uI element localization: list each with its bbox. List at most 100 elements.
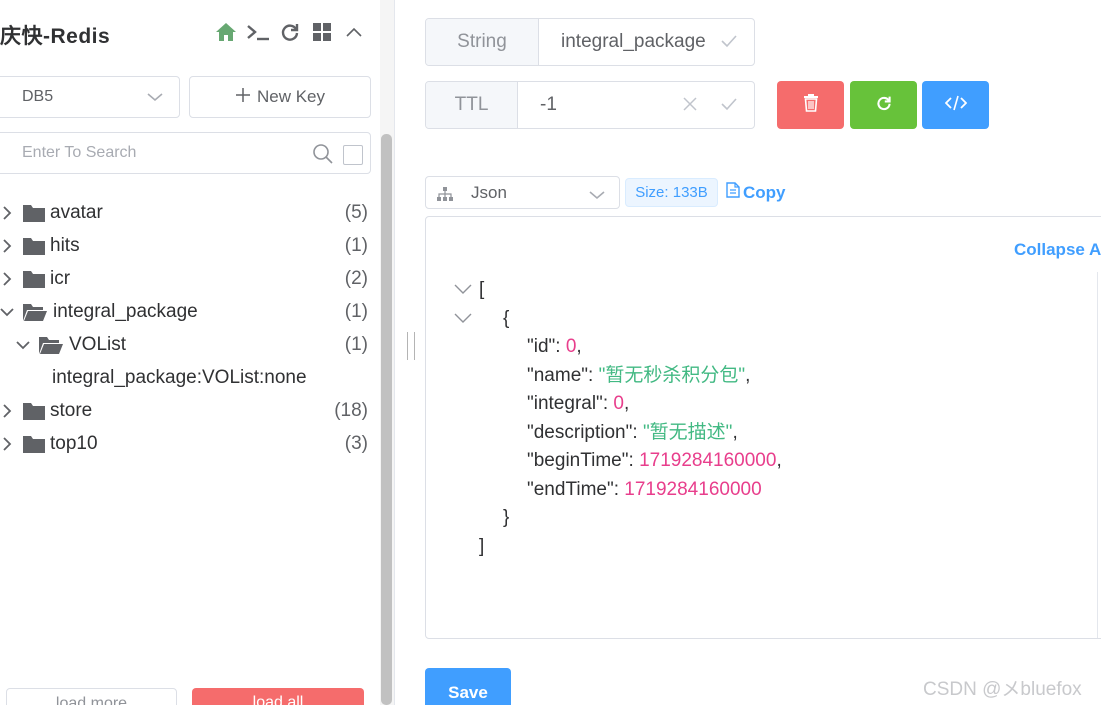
- chevron-down-icon[interactable]: [16, 337, 30, 353]
- viewer-scroll-edge: [1097, 272, 1098, 638]
- chevron-down-icon: [147, 89, 163, 107]
- clear-icon[interactable]: [682, 96, 698, 118]
- code-icon: [944, 95, 967, 116]
- tree-node-label: integral_package: [53, 301, 198, 322]
- resize-handle[interactable]: [407, 332, 415, 360]
- json-close-brace: }: [503, 507, 510, 528]
- folder-open-icon: [38, 335, 63, 355]
- tree-node-label: VOList: [69, 334, 127, 355]
- check-icon[interactable]: [720, 33, 738, 55]
- ttl-input[interactable]: -1: [518, 82, 754, 128]
- title-toolbar: [214, 20, 366, 44]
- chevron-down-icon[interactable]: [0, 304, 14, 320]
- key-name-group: String integral_package: [425, 18, 755, 66]
- code-view-button[interactable]: [922, 81, 989, 129]
- save-button[interactable]: Save: [425, 668, 511, 705]
- copy-button[interactable]: Copy: [726, 182, 786, 203]
- json-key: "name": [527, 365, 589, 386]
- save-label: Save: [448, 683, 488, 702]
- watermark: CSDN @メbluefox: [923, 679, 1082, 700]
- json-close-bracket: ]: [479, 536, 485, 557]
- json-number: 0: [613, 393, 624, 414]
- json-key: "integral": [527, 393, 603, 414]
- load-all-button[interactable]: load all: [192, 688, 364, 705]
- tree-node-count: (3): [344, 433, 368, 454]
- json-number: 1719284160000: [639, 450, 777, 471]
- json-line-integral: "integral": 0,: [527, 393, 630, 414]
- json-line-description: "description": "暂无描述",: [527, 422, 738, 443]
- fold-toggle-icon[interactable]: [453, 282, 473, 296]
- delete-key-button[interactable]: [777, 81, 844, 129]
- check-icon[interactable]: [720, 96, 738, 118]
- load-more-label: load more: [55, 695, 128, 705]
- tree-node-store[interactable]: store (18): [0, 395, 372, 428]
- folder-open-icon: [22, 302, 47, 322]
- json-key: "id": [527, 336, 556, 357]
- json-line-endtime: "endTime": 1719284160000: [527, 479, 762, 500]
- json-key: "endTime": [527, 479, 614, 500]
- chevron-right-icon[interactable]: [0, 238, 14, 254]
- tree-node-label: top10: [50, 433, 98, 454]
- folder-icon: [22, 401, 46, 421]
- terminal-icon[interactable]: [246, 20, 270, 44]
- app-title: 庆快-Redis: [0, 25, 111, 48]
- json-key: "description": [527, 422, 633, 443]
- json-string: "暂无秒杀积分包": [598, 365, 746, 386]
- chevron-down-icon: [589, 185, 605, 205]
- json-key: "beginTime": [527, 450, 629, 471]
- search-placeholder: Enter To Search: [22, 144, 137, 161]
- grid-icon[interactable]: [310, 20, 334, 44]
- chevron-up-icon[interactable]: [342, 20, 366, 44]
- tree-node-avatar[interactable]: avatar (5): [0, 197, 372, 230]
- ttl-value: -1: [540, 94, 557, 115]
- size-tag-label: Size: 133B: [635, 184, 708, 201]
- home-icon[interactable]: [214, 20, 238, 44]
- refresh-icon[interactable]: [278, 20, 302, 44]
- copy-label: Copy: [743, 182, 786, 202]
- exact-match-checkbox[interactable]: [343, 145, 363, 165]
- tree-node-integral-package[interactable]: integral_package (1): [0, 296, 372, 329]
- tree-node-count: (1): [344, 334, 368, 355]
- json-open-brace: {: [503, 308, 510, 329]
- search-input[interactable]: Enter To Search: [0, 132, 371, 174]
- tree-node-count: (18): [334, 400, 368, 421]
- tree-node-top10[interactable]: top10 (3): [0, 428, 372, 461]
- folder-icon: [22, 434, 46, 454]
- tree-node-count: (1): [344, 301, 368, 322]
- key-tree: avatar (5) hits (1) icr (2) integral_pac…: [0, 197, 372, 461]
- tree-node-icr[interactable]: icr (2): [0, 263, 372, 296]
- db-select[interactable]: DB5: [0, 76, 180, 118]
- sidebar-scrollbar-thumb[interactable]: [381, 134, 392, 705]
- tree-leaf-label: integral_package:VOList:none: [52, 367, 307, 388]
- tree-node-count: (2): [344, 268, 368, 289]
- collapse-all-button[interactable]: Collapse All: [1014, 240, 1101, 260]
- sidebar: 庆快-Redis DB5 New Key Enter To Search ava…: [0, 0, 380, 705]
- search-icon[interactable]: [312, 143, 334, 170]
- size-tag: Size: 133B: [625, 178, 718, 207]
- tree-node-label: hits: [50, 235, 80, 256]
- tree-leaf-key[interactable]: integral_package:VOList:none: [0, 362, 372, 395]
- format-value: Json: [471, 183, 507, 202]
- tree-node-count: (5): [344, 202, 368, 223]
- refresh-key-button[interactable]: [850, 81, 917, 129]
- trash-icon: [803, 93, 819, 117]
- chevron-right-icon[interactable]: [0, 271, 14, 287]
- folder-icon: [22, 269, 46, 289]
- ttl-label: TTL: [426, 82, 518, 128]
- chevron-right-icon[interactable]: [0, 403, 14, 419]
- tree-node-volist[interactable]: VOList (1): [0, 329, 372, 362]
- document-icon: [726, 182, 740, 203]
- format-select[interactable]: Json: [425, 176, 620, 209]
- folder-icon: [22, 236, 46, 256]
- chevron-right-icon[interactable]: [0, 205, 14, 221]
- chevron-right-icon[interactable]: [0, 436, 14, 452]
- load-more-button[interactable]: load more: [6, 688, 177, 705]
- refresh-icon: [876, 95, 892, 116]
- key-name-input[interactable]: integral_package: [539, 19, 754, 65]
- plus-icon: [235, 87, 251, 108]
- tree-node-hits[interactable]: hits (1): [0, 230, 372, 263]
- new-key-button[interactable]: New Key: [189, 76, 371, 118]
- key-name-value: integral_package: [561, 31, 706, 52]
- sitemap-icon: [436, 186, 454, 207]
- fold-toggle-icon[interactable]: [453, 311, 473, 325]
